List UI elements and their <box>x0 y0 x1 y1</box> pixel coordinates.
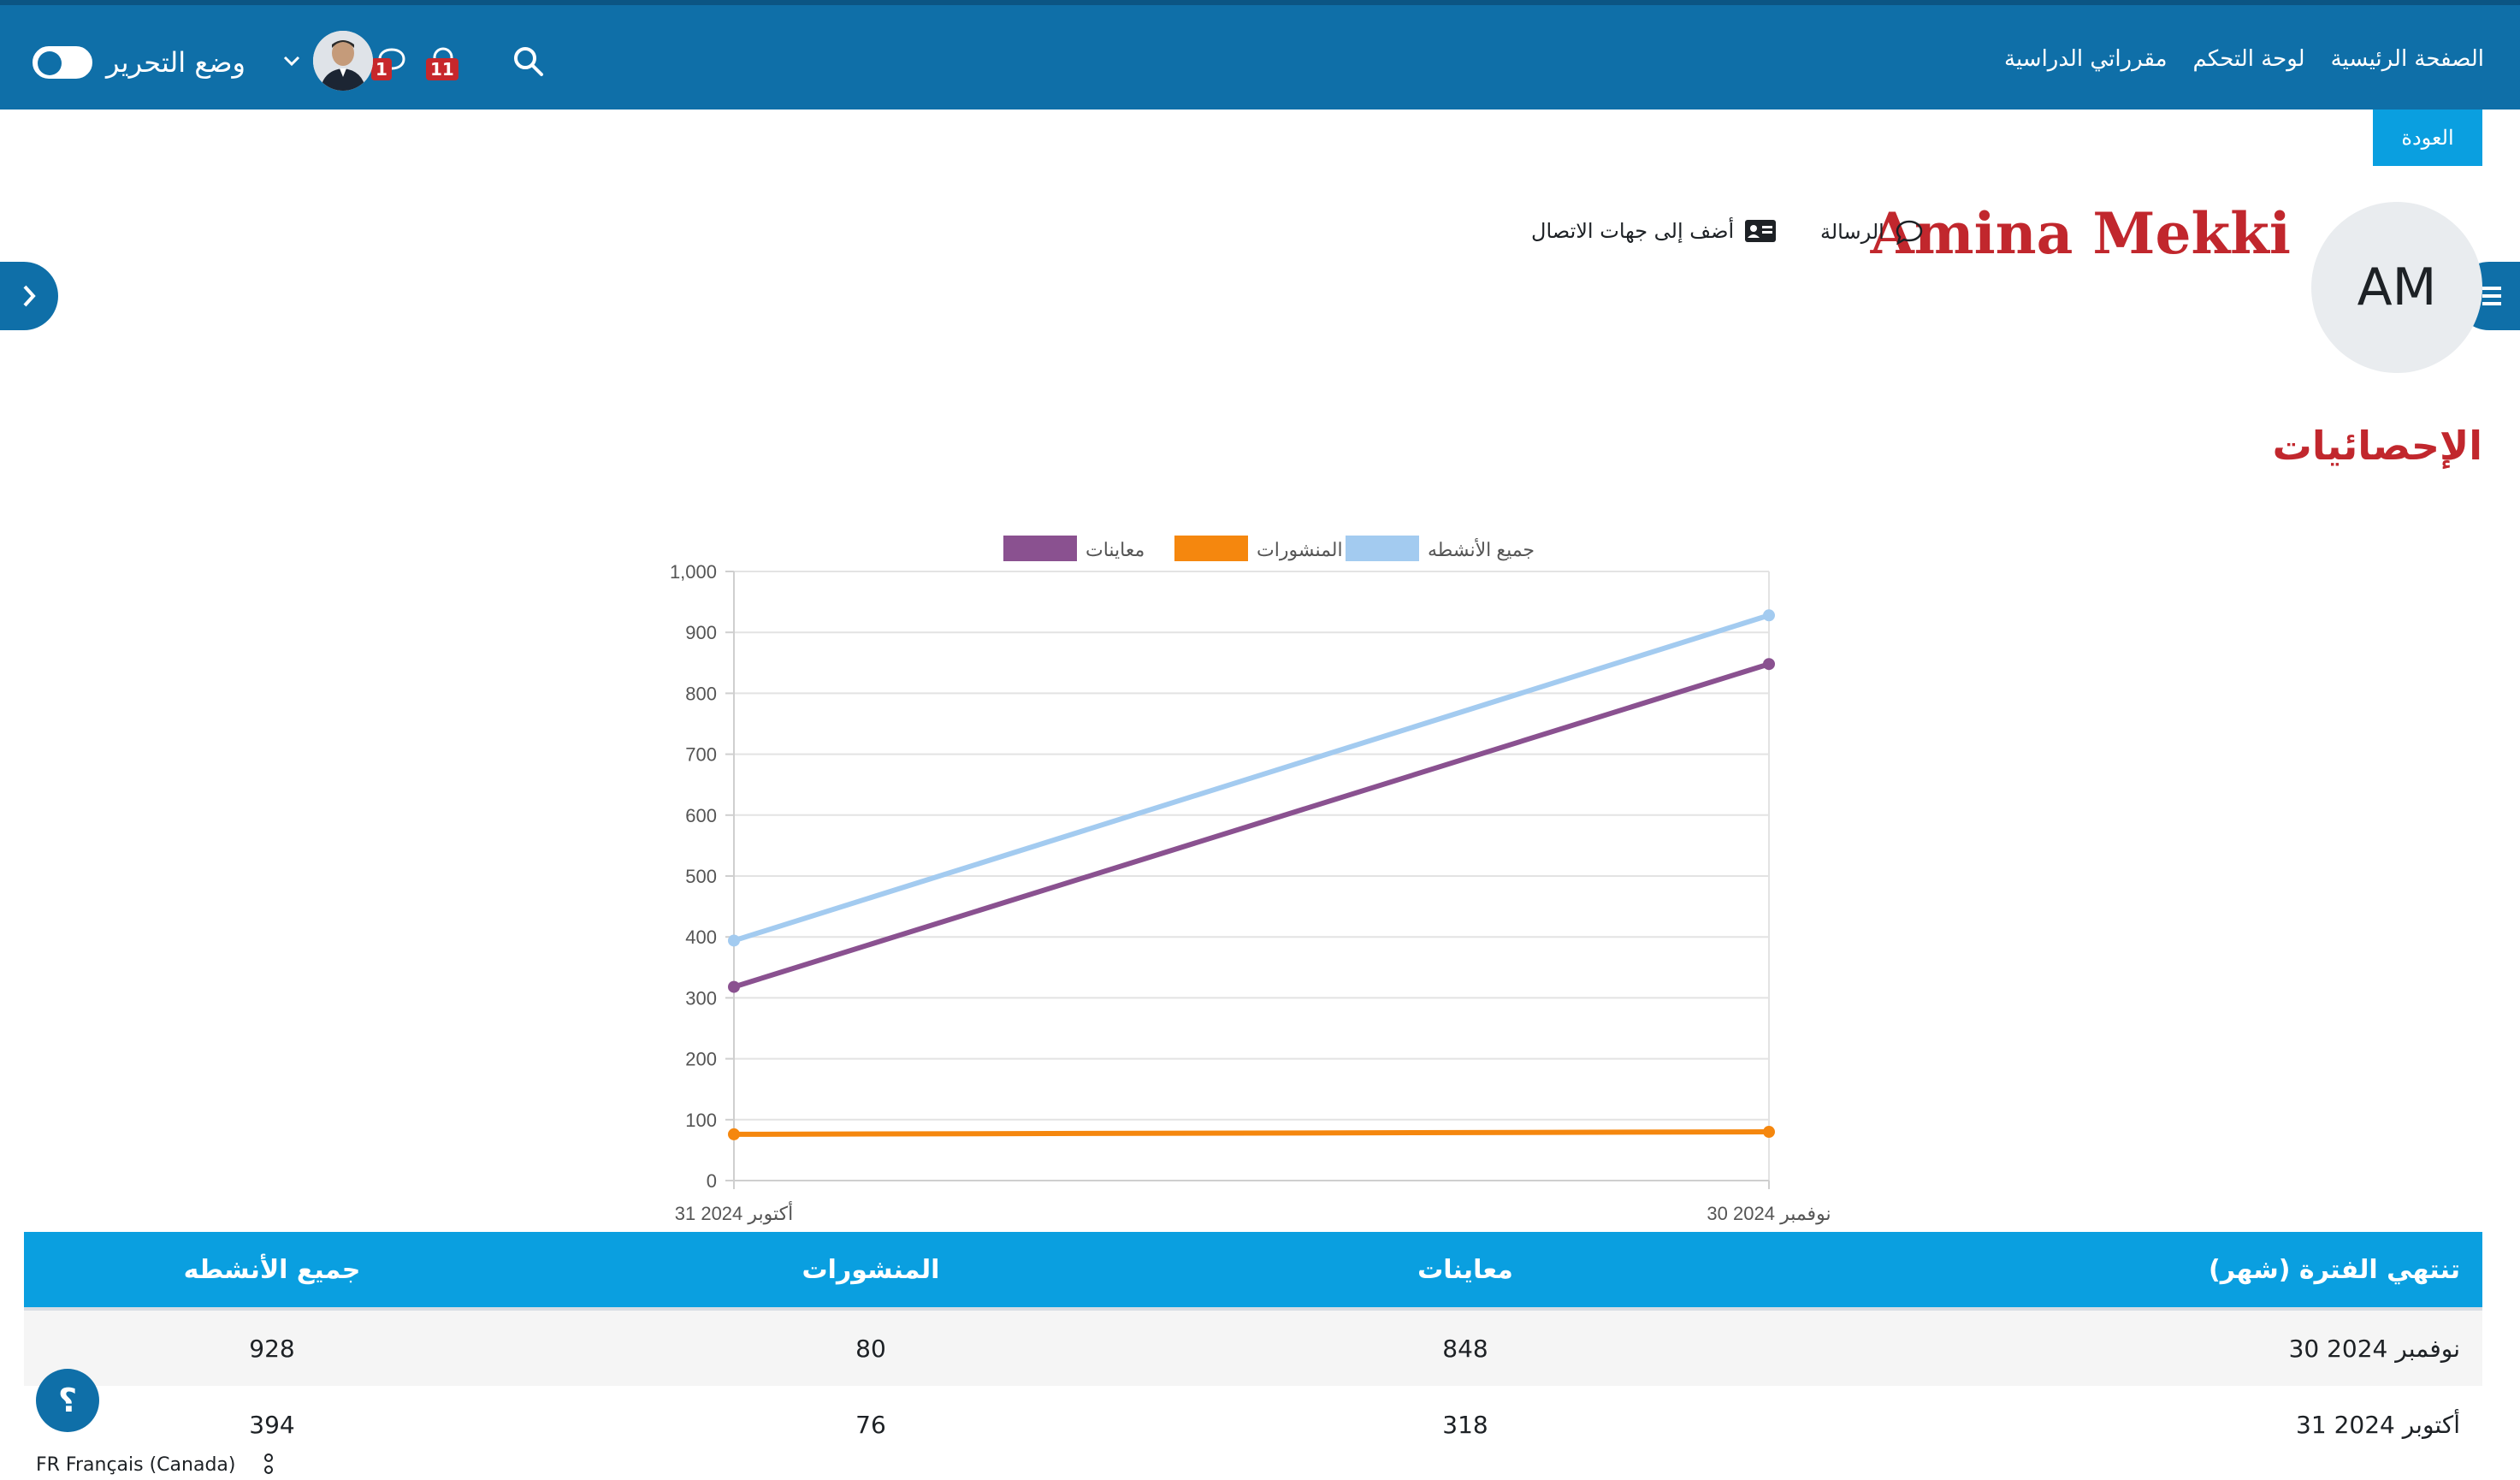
chart-series-line <box>733 661 1770 990</box>
chart-data-point <box>728 934 740 947</box>
add-contact-label: أضف إلى جهات الاتصال <box>1531 219 1735 243</box>
chart-legend-label: معاينات <box>1085 539 1145 560</box>
chart-legend-swatch <box>1346 536 1419 561</box>
chart-data-point <box>728 1128 740 1140</box>
chart-y-tick-label: 100 <box>685 1110 717 1131</box>
top-navbar: الصفحة الرئيسية لوحة التحكم مقرراتي الدر… <box>0 0 2520 110</box>
chart-y-tick-label: 800 <box>685 683 717 704</box>
chart-data-point <box>1763 658 1775 671</box>
chart-x-tick-label: 31 أكتوبر 2024 <box>675 1200 794 1225</box>
chart-series-line <box>733 613 1770 944</box>
table-row: 928 80 848 30 نوفمبر 2024 <box>24 1307 2482 1386</box>
chart-data-point <box>728 980 740 993</box>
chart-legend-item: المنشورات <box>1174 536 1343 561</box>
cell-views: 318 <box>1222 1386 1709 1463</box>
speech-bubble-icon <box>1896 220 1923 245</box>
chart-x-tick-label: 30 نوفمبر 2024 <box>1707 1203 1831 1225</box>
address-card-icon <box>1745 220 1777 242</box>
table-row: 394 76 318 31 أكتوبر 2024 <box>24 1386 2482 1463</box>
messages-count-badge: 1 <box>371 58 392 80</box>
chart-data-point <box>1763 1126 1775 1139</box>
send-message-link[interactable]: الرسالة <box>1820 219 1924 245</box>
activity-line-chart: 0 100 200 300 400 500 600 700 800 900 1,000 31 أكتو… <box>670 536 1831 1225</box>
chart-y-tick-label: 1,000 <box>670 561 717 583</box>
header-all-activities: جميع الأنشطه <box>24 1232 520 1309</box>
chart-y-tick-label: 900 <box>685 622 717 643</box>
chart-y-tick-label: 600 <box>685 805 717 826</box>
notifications-count-badge: 11 <box>426 58 458 80</box>
cell-period: 30 نوفمبر 2024 <box>1709 1307 2482 1386</box>
chart-series-line <box>733 1129 1770 1137</box>
cell-posts: 76 <box>520 1386 1222 1463</box>
notifications-button[interactable]: 11 <box>426 43 469 86</box>
cell-period: 31 أكتوبر 2024 <box>1709 1386 2482 1463</box>
chart-y-tick-label: 0 <box>707 1170 717 1192</box>
language-icon <box>264 1453 273 1474</box>
chart-data-point <box>1763 609 1775 622</box>
chart-y-tick-label: 700 <box>685 744 717 766</box>
search-icon[interactable] <box>512 44 546 79</box>
chevron-right-icon <box>23 285 36 307</box>
message-label: الرسالة <box>1820 220 1884 244</box>
chart-legend-item: جميع الأنشطه <box>1346 536 1535 561</box>
cell-all: 928 <box>24 1307 520 1386</box>
chart-legend-label: جميع الأنشطه <box>1428 537 1535 561</box>
add-contact-link[interactable]: أضف إلى جهات الاتصال <box>1531 219 1777 243</box>
nav-link-dashboard[interactable]: لوحة التحكم <box>2193 46 2305 72</box>
chart-y-tick-label: 400 <box>685 926 717 948</box>
toggle-knob <box>38 51 62 75</box>
back-button[interactable]: العودة <box>2373 110 2482 166</box>
header-posts: المنشورات <box>520 1232 1222 1309</box>
cell-posts: 80 <box>520 1307 1222 1386</box>
language-selector[interactable]: FR Français (Canada) <box>36 1454 235 1476</box>
edit-mode-label: وضع التحرير <box>106 46 245 79</box>
chart-y-tick-label: 200 <box>685 1049 717 1070</box>
chart-legend-label: المنشورات <box>1257 539 1343 561</box>
nav-link-home[interactable]: الصفحة الرئيسية <box>2331 46 2484 72</box>
profile-name: Amina Mekki <box>1870 200 2291 267</box>
edit-mode-toggle[interactable] <box>33 46 92 79</box>
left-drawer-toggle[interactable] <box>0 262 58 330</box>
header-period: تنتهي الفترة (شهر) <box>1709 1232 2482 1309</box>
chart-legend-swatch <box>1174 536 1248 561</box>
user-photo <box>313 31 373 91</box>
profile-avatar: AM <box>2311 202 2482 373</box>
chevron-down-icon[interactable] <box>282 55 301 67</box>
statistics-table: جميع الأنشطه المنشورات معاينات تنتهي الف… <box>24 1232 2482 1463</box>
user-avatar[interactable] <box>313 31 373 91</box>
table-header-row: جميع الأنشطه المنشورات معاينات تنتهي الف… <box>24 1232 2482 1309</box>
cell-views: 848 <box>1222 1307 1709 1386</box>
chart-legend-item: معاينات <box>1003 536 1145 561</box>
primary-navigation: الصفحة الرئيسية لوحة التحكم مقرراتي الدر… <box>2004 46 2484 72</box>
nav-link-my-courses[interactable]: مقرراتي الدراسية <box>2004 46 2168 72</box>
help-button[interactable]: ؟ <box>36 1369 99 1432</box>
header-views: معاينات <box>1222 1232 1709 1309</box>
chart-legend-swatch <box>1003 536 1077 561</box>
statistics-heading: الإحصائيات <box>2272 423 2482 469</box>
chart-y-tick-label: 300 <box>685 987 717 1009</box>
chart-y-tick-label: 500 <box>685 866 717 887</box>
messages-button[interactable]: 1 <box>371 43 417 86</box>
